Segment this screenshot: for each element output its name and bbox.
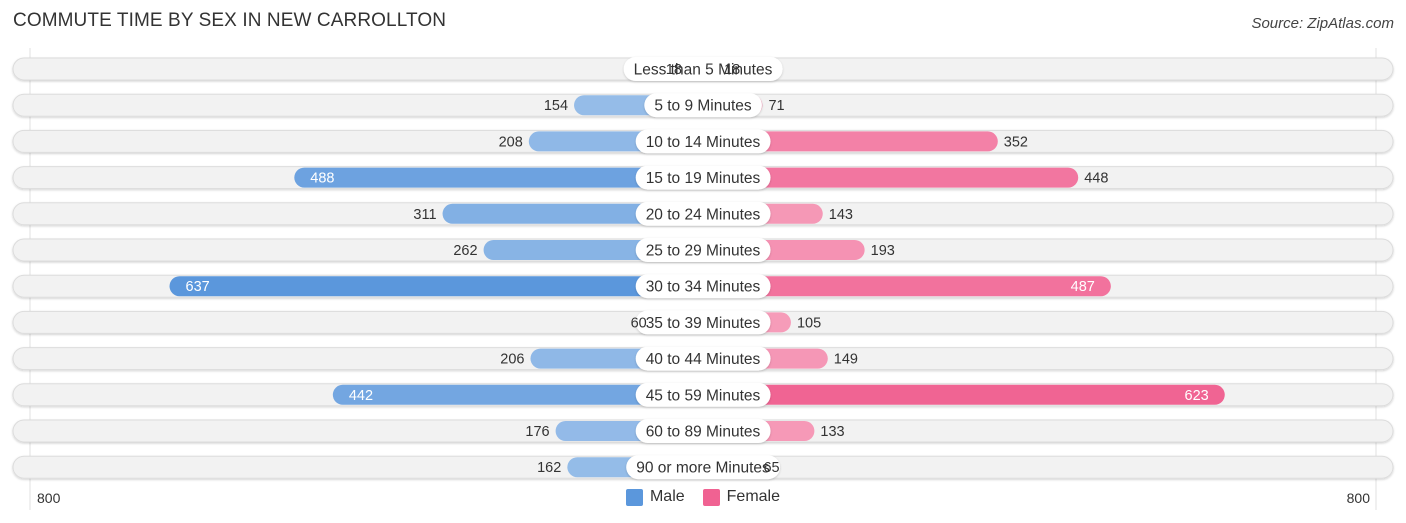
value-label-male: 18 (666, 62, 682, 78)
value-label-male: 311 (413, 207, 436, 223)
chart-row[interactable]: 5 to 9 Minutes 154 71 (12, 93, 1394, 118)
chart-row[interactable]: 10 to 14 Minutes 208 352 (12, 129, 1394, 154)
value-label-male: 262 (453, 243, 477, 259)
value-label-male: 206 (500, 352, 524, 368)
value-label-female: 105 (797, 315, 821, 331)
bar-female (693, 384, 1225, 405)
legend-item-female[interactable]: Female (702, 488, 781, 506)
legend-label-female: Female (726, 488, 781, 505)
value-label-female: 487 (1071, 279, 1095, 295)
value-label-female: 65 (763, 460, 779, 476)
chart-row[interactable]: 60 to 89 Minutes 176 133 (12, 419, 1394, 443)
category-label: 10 to 14 Minutes (646, 134, 761, 151)
value-label-male: 176 (525, 424, 549, 440)
category-label: 15 to 19 Minutes (646, 170, 761, 187)
chart-row[interactable]: 35 to 39 Minutes60 105 (12, 310, 1394, 335)
value-label-male: 162 (537, 460, 561, 476)
category-label: 45 to 59 Minutes (646, 387, 761, 404)
legend-swatch-female (702, 488, 720, 506)
chart-row[interactable]: 15 to 19 Minutes 488 448 (12, 165, 1394, 190)
chart-row[interactable]: 90 or more Minutes 162 65 (12, 455, 1394, 480)
value-label-male: 442 (349, 388, 373, 404)
value-label-female: 71 (768, 98, 784, 114)
value-label-female: 149 (834, 352, 858, 368)
value-label-male: 60 (631, 315, 647, 331)
value-label-female: 448 (1084, 171, 1108, 187)
value-label-female: 18 (724, 62, 740, 78)
category-label: Less than 5 Minutes (634, 62, 773, 79)
category-label: 90 or more Minutes (636, 460, 770, 477)
category-label: 30 to 34 Minutes (646, 279, 761, 296)
category-label: 20 to 24 Minutes (646, 206, 761, 223)
legend-swatch-male (625, 488, 643, 506)
chart-row[interactable]: Less than 5 Minutes18 18 (12, 57, 1394, 81)
chart-row[interactable]: 40 to 44 Minutes 206 149 (12, 346, 1394, 371)
category-label: 40 to 44 Minutes (646, 351, 761, 368)
chart-row[interactable]: 45 to 59 Minutes 442 623 (12, 382, 1394, 407)
value-label-male: 637 (186, 279, 210, 295)
value-label-female: 133 (820, 424, 844, 440)
value-label-female: 193 (871, 243, 895, 259)
chart-row[interactable]: 30 to 34 Minutes 637 487 (12, 274, 1394, 299)
chart-row[interactable]: 20 to 24 Minutes 311 143 (12, 201, 1394, 226)
category-label: 35 to 39 Minutes (646, 315, 761, 332)
value-label-male: 488 (310, 171, 334, 187)
category-label: 5 to 9 Minutes (654, 98, 752, 115)
category-label: 60 to 89 Minutes (646, 424, 761, 441)
value-label-female: 352 (1004, 134, 1028, 150)
legend: Male Female (0, 488, 1406, 506)
category-label: 25 to 29 Minutes (646, 243, 761, 260)
value-label-female: 623 (1185, 388, 1209, 404)
value-label-male: 208 (499, 134, 523, 150)
bar-male (169, 276, 713, 297)
legend-label-male: Male (649, 488, 685, 505)
value-label-male: 154 (544, 98, 568, 114)
chart-row[interactable]: 25 to 29 Minutes 262 193 (12, 238, 1394, 262)
commute-chart: Less than 5 Minutes18 18 5 to 9 Minutes 154… (12, 48, 1394, 510)
value-label-female: 143 (829, 207, 853, 223)
legend-item-male[interactable]: Male (625, 488, 685, 506)
